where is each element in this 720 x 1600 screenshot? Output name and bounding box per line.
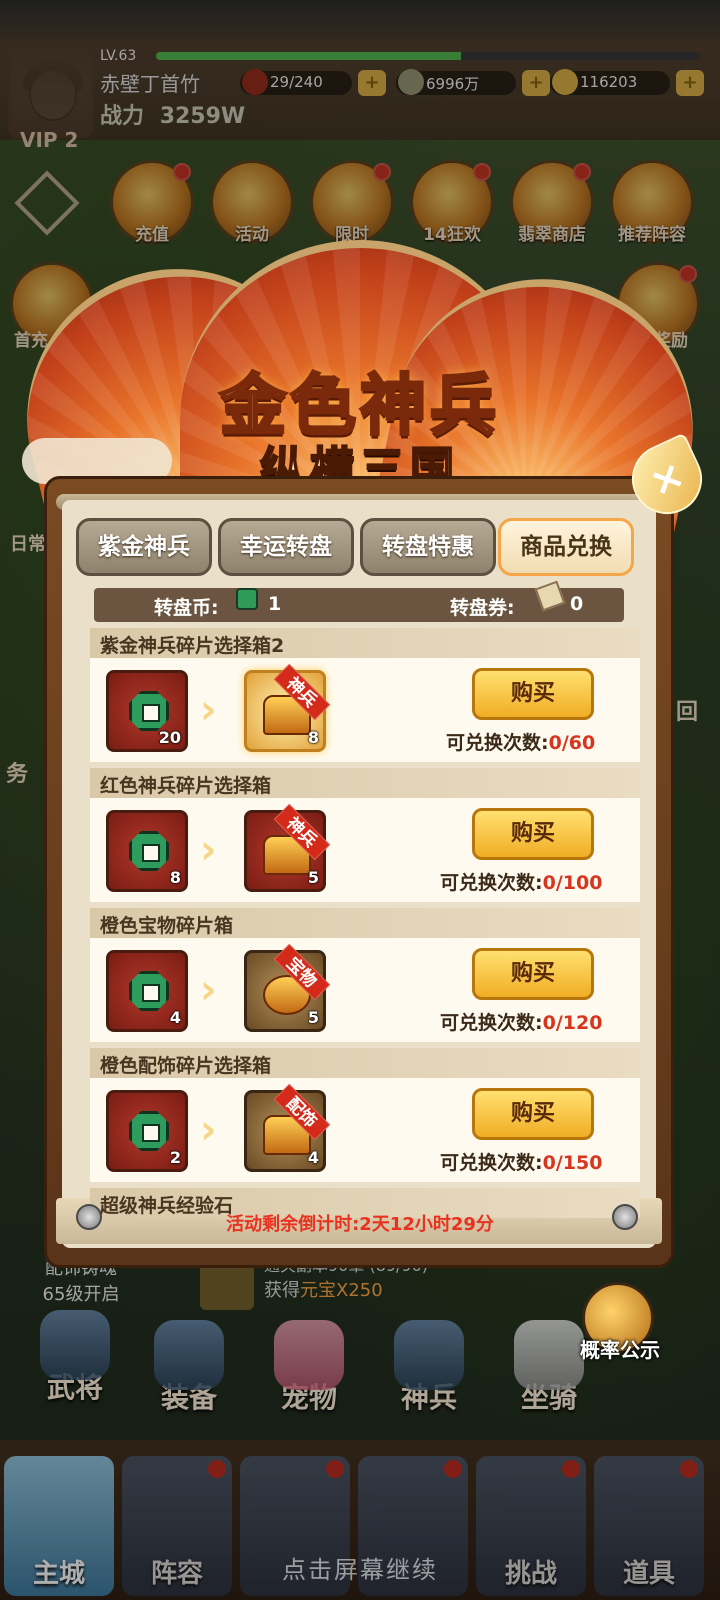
cost-count: 20	[158, 728, 181, 747]
buy-button[interactable]: 购买	[472, 1088, 594, 1140]
reward-slot[interactable]: 神兵 8	[244, 663, 331, 752]
exchange-limit-label: 可兑换次数:	[440, 1152, 543, 1174]
reward-count: 8	[307, 728, 319, 747]
wheel-coin-icon	[129, 831, 169, 871]
reward-slot[interactable]: 配饰 4	[244, 1083, 331, 1172]
wheel-coin-icon	[129, 1111, 169, 1151]
wheel-coin-icon	[129, 971, 169, 1011]
arrow-right-icon: ›	[200, 827, 217, 873]
cost-slot[interactable]: 8	[106, 810, 188, 892]
exchange-item: 紫金神兵碎片选择箱2 20 › 神兵 8 购买 可兑换次数:0/60	[90, 628, 640, 762]
exchange-limit-value: 0/60	[548, 732, 596, 754]
tap-to-continue-hint: 点击屏幕继续	[282, 1556, 438, 1584]
arrow-right-icon: ›	[200, 967, 217, 1013]
exchange-item: 橙色配饰碎片选择箱 2 › 配饰 4 购买 可兑换次数:0/150	[90, 1048, 640, 1182]
exchange-limit-label: 可兑换次数:	[446, 732, 549, 754]
reward-slot[interactable]: 神兵 5	[244, 803, 331, 892]
exchange-limit: 可兑换次数:0/60	[446, 728, 626, 755]
reward-count: 5	[307, 868, 319, 887]
cost-slot[interactable]: 2	[106, 1090, 188, 1172]
exchange-item-name: 红色神兵碎片选择箱	[100, 775, 272, 797]
rivet-left	[76, 1204, 102, 1230]
wheel-ticket-value: 0	[570, 593, 584, 615]
exchange-limit-label: 可兑换次数:	[440, 1012, 543, 1034]
cost-count: 2	[169, 1148, 181, 1167]
exchange-item-header: 橙色配饰碎片选择箱	[90, 1048, 640, 1078]
arrow-right-icon: ›	[200, 1107, 217, 1153]
wheel-coin-label: 转盘币:	[154, 597, 219, 619]
probability-button[interactable]: 概率公示	[560, 1282, 680, 1372]
arrow-right-icon: ›	[200, 687, 217, 733]
tab-lucky-wheel[interactable]: 幸运转盘	[218, 518, 354, 576]
wheel-coin-icon	[236, 588, 258, 610]
exchange-limit-value: 0/100	[542, 872, 603, 894]
exchange-limit-value: 0/120	[542, 1012, 603, 1034]
buy-button[interactable]: 购买	[472, 808, 594, 860]
exchange-item-name: 橙色配饰碎片选择箱	[100, 1055, 272, 1077]
cost-count: 4	[169, 1008, 181, 1027]
exchange-item-header: 橙色宝物碎片箱	[90, 908, 640, 938]
exchange-list[interactable]: 紫金神兵碎片选择箱2 20 › 神兵 8 购买 可兑换次数:0/60 红色神兵碎片…	[90, 628, 640, 1220]
buy-button[interactable]: 购买	[472, 668, 594, 720]
buy-button[interactable]: 购买	[472, 948, 594, 1000]
exchange-item-body: 2 › 配饰 4 购买 可兑换次数:0/150	[90, 1078, 640, 1182]
rivet-right	[612, 1204, 638, 1230]
tab-wheel-special[interactable]: 转盘特惠	[360, 518, 496, 576]
wheel-ticket-label: 转盘券:	[450, 597, 515, 619]
tab-item-exchange[interactable]: 商品兑换	[498, 518, 634, 576]
exchange-limit-label: 可兑换次数:	[440, 872, 543, 894]
exchange-item-body: 20 › 神兵 8 购买 可兑换次数:0/60	[90, 658, 640, 762]
exchange-item: 红色神兵碎片选择箱 8 › 神兵 5 购买 可兑换次数:0/100	[90, 768, 640, 902]
exchange-item-header: 紫金神兵碎片选择箱2	[90, 628, 640, 658]
cost-count: 8	[169, 868, 181, 887]
probability-label: 概率公示	[580, 1338, 660, 1362]
exchange-limit: 可兑换次数:0/100	[440, 868, 620, 895]
exchange-item-name: 紫金神兵碎片选择箱2	[100, 635, 285, 657]
reward-slot[interactable]: 宝物 5	[244, 943, 331, 1032]
exchange-item-header: 红色神兵碎片选择箱	[90, 768, 640, 798]
cost-slot[interactable]: 4	[106, 950, 188, 1032]
exchange-limit: 可兑换次数:0/120	[440, 1008, 620, 1035]
exchange-item-body: 4 › 宝物 5 购买 可兑换次数:0/120	[90, 938, 640, 1042]
modal-tabs: 紫金神兵 幸运转盘 转盘特惠 商品兑换	[76, 518, 642, 578]
exchange-item: 橙色宝物碎片箱 4 › 宝物 5 购买 可兑换次数:0/120	[90, 908, 640, 1042]
exchange-item-body: 8 › 神兵 5 购买 可兑换次数:0/100	[90, 798, 640, 902]
wheel-coin-icon	[129, 691, 169, 731]
cost-slot[interactable]: 20	[106, 670, 188, 752]
wheel-coin-value: 1	[268, 593, 282, 615]
reward-count: 4	[307, 1148, 319, 1167]
tab-purple-gold-weapon[interactable]: 紫金神兵	[76, 518, 212, 576]
exchange-item-name: 橙色宝物碎片箱	[100, 915, 234, 937]
exchange-limit-value: 0/150	[542, 1152, 603, 1174]
reward-count: 5	[307, 1008, 319, 1027]
exchange-limit: 可兑换次数:0/150	[440, 1148, 620, 1175]
currency-bar: 转盘币: 1 转盘券: 0	[94, 580, 624, 622]
